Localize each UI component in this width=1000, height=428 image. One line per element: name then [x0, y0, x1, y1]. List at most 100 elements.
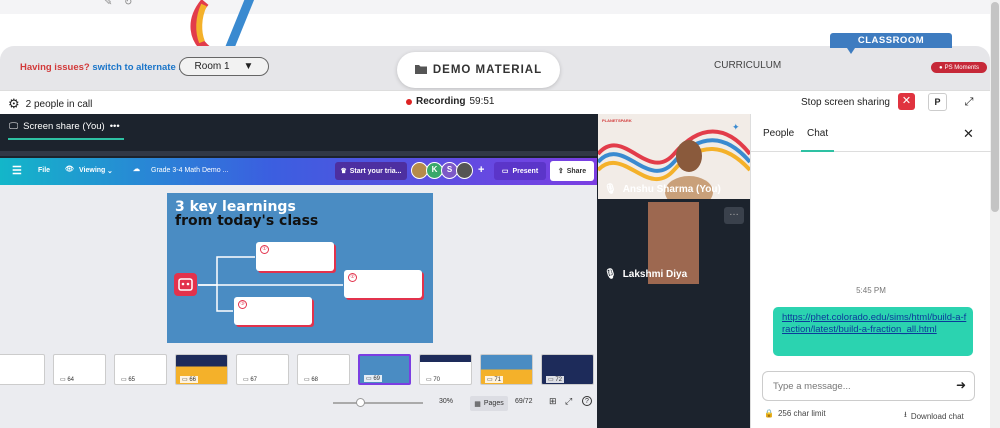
stop-sharing-button[interactable]: ✕ [898, 93, 915, 110]
expand-icon[interactable]: ⤢ [958, 93, 980, 111]
thumbnail-number: 69 [373, 376, 381, 382]
screen-share-label: Screen share (You) [23, 121, 105, 132]
thumbnail-label: ▭ 70 [424, 376, 443, 383]
download-chat-button[interactable]: ⭳ Download chat [904, 409, 964, 423]
thumbnail-label: ▭ 72 [546, 376, 565, 383]
mic-icon: 🎙 [604, 184, 617, 195]
gear-icon[interactable]: ⚙ [8, 96, 20, 112]
active-tab-underline [8, 138, 124, 140]
thumbnail-70[interactable]: ▭ 70 [419, 354, 472, 385]
curriculum-tab[interactable]: CURRICULUM [714, 60, 781, 71]
message-timestamp: 5:45 PM [856, 286, 886, 295]
thumbnail-68[interactable]: ▭ 68 [297, 354, 350, 385]
message-placeholder: Type a message... [773, 381, 851, 392]
box-number-1: ① [260, 245, 269, 254]
tab-chat[interactable]: Chat [807, 128, 828, 139]
thumbnail-71[interactable]: ▭ 71 [480, 354, 533, 385]
tab-people[interactable]: People [763, 128, 794, 139]
classroom-nav: Having issues? switch to alternate room … [0, 46, 990, 91]
page-scrollbar[interactable] [990, 0, 1000, 428]
add-collaborator-icon[interactable]: + [478, 164, 484, 176]
canva-bottom-bar: 30% ▦ Pages 69/72 ⊞ ⤢ ? [0, 392, 597, 414]
share-button[interactable]: ⇪ Share [550, 161, 594, 181]
eye-icon[interactable]: 👁 [65, 165, 74, 173]
thumbnail-63[interactable] [0, 354, 45, 385]
issues-text: Having issues? [20, 62, 90, 73]
learning-box-2: ② [344, 270, 422, 298]
scrollbar-thumb[interactable] [991, 2, 999, 212]
cloud-icon: ☁ [133, 166, 140, 173]
ps-moments-label: PS Moments [944, 64, 979, 71]
message-input[interactable]: Type a message... ➜ [762, 371, 975, 401]
share-label: Share [566, 167, 587, 175]
classroom-tab[interactable]: CLASSROOM [830, 33, 952, 54]
decorative-graphic [180, 0, 290, 48]
thumbnail-number: 71 [494, 377, 502, 383]
hamburger-menu-icon[interactable]: ☰ [12, 164, 22, 177]
panel-tabs: People Chat ✕ [751, 114, 991, 152]
participant-menu-icon[interactable]: … [724, 207, 744, 224]
present-button[interactable]: ▭ Present [494, 162, 546, 180]
thumbnail-72[interactable]: ▭ 72 [541, 354, 594, 385]
download-chat-label: Download chat [910, 411, 964, 421]
ps-moments-button[interactable]: ● PS Moments [931, 62, 987, 73]
people-in-call: ⚙ 2 people in call [8, 96, 92, 112]
redo-icon[interactable]: ↻ [124, 0, 132, 8]
thumbnail-69-selected[interactable]: ▭ 69 [358, 354, 411, 385]
sparkle-icon: ✦ [732, 122, 740, 132]
present-icon: ▭ [501, 168, 509, 175]
thumbnail-64[interactable]: ▭ 64 [53, 354, 106, 385]
fullscreen-icon[interactable]: ⤢ [565, 396, 572, 407]
call-bar: ⚙ 2 people in call Recording 59:51 Stop … [0, 90, 990, 114]
demo-material-button[interactable]: DEMO MATERIAL [397, 52, 560, 88]
room-select[interactable]: Room 1 ▼ [179, 57, 269, 76]
lock-icon: 🔒 [764, 409, 774, 418]
zoom-slider-handle[interactable] [356, 398, 365, 407]
slide-thumbnails: ▭ 64 ▭ 65 ▭ 66 ▭ 67 ▭ 68 ▭ 69 ▭ 70 ▭ 71 … [0, 354, 597, 388]
thumbnail-67[interactable]: ▭ 67 [236, 354, 289, 385]
thumbnail-65[interactable]: ▭ 65 [114, 354, 167, 385]
thumbnail-label: ▭ 64 [58, 376, 77, 383]
record-dot-icon [406, 98, 412, 105]
avatar-photo-2[interactable] [456, 162, 473, 179]
grid-icon: ▦ [474, 400, 481, 408]
participant-name-anshu: 🎙 Anshu Sharma (You) [604, 184, 721, 195]
recording-time: 59:51 [469, 96, 495, 107]
grid-view-icon[interactable]: ⊞ [549, 396, 557, 407]
screen-icon: 🖵 [9, 121, 19, 132]
thumbnail-66[interactable]: ▭ 66 [175, 354, 228, 385]
learning-box-1: ① [256, 242, 334, 271]
thumbnail-number: 72 [555, 377, 563, 383]
help-icon[interactable]: ? [582, 396, 592, 406]
upload-icon: ⇪ [557, 168, 564, 175]
message-link[interactable]: https://phet.colorado.edu/sims/html/buil… [782, 312, 966, 335]
folder-icon [414, 64, 427, 77]
side-panel: People Chat ✕ 5:45 PM https://phet.color… [750, 114, 991, 428]
chevron-down-icon[interactable]: ⌄ [107, 167, 113, 175]
pages-label: Pages [483, 400, 504, 407]
stop-sharing-label: Stop screen sharing [801, 97, 890, 108]
p-button[interactable]: P [928, 93, 947, 111]
learning-box-3: ③ [234, 297, 312, 325]
participant-name-lakshmi: 🎙 Lakshmi Diya [604, 269, 687, 280]
close-icon[interactable]: ✕ [963, 126, 974, 142]
thumbnail-label: ▭ 65 [119, 376, 138, 383]
issues-notice: Having issues? switch to alternate room [20, 62, 202, 73]
viewing-menu[interactable]: Viewing [79, 167, 105, 174]
more-icon[interactable]: ••• [110, 121, 120, 132]
mic-icon: 🎙 [604, 269, 617, 280]
start-trial-button[interactable]: ♛ Start your tria... [335, 162, 407, 180]
thumbnail-label: ▭ 68 [302, 376, 321, 383]
pencil-icon[interactable]: ✎ [104, 0, 112, 8]
thumbnail-number: 67 [250, 377, 258, 383]
pages-button[interactable]: ▦ Pages [470, 396, 508, 411]
send-icon[interactable]: ➜ [956, 378, 966, 392]
chat-tab-underline [801, 150, 834, 152]
screen-share-tab[interactable]: 🖵 Screen share (You) ••• [9, 121, 120, 132]
shared-canva-window: ☰ File 👁 Viewing ⌄ ☁ Grade 3-4 Math Demo… [0, 158, 597, 428]
close-icon: ✕ [901, 95, 912, 107]
zoom-slider[interactable] [333, 402, 423, 404]
document-title[interactable]: Grade 3-4 Math Demo ... [151, 167, 228, 174]
zoom-level[interactable]: 30% [439, 398, 453, 405]
file-menu[interactable]: File [38, 167, 50, 174]
